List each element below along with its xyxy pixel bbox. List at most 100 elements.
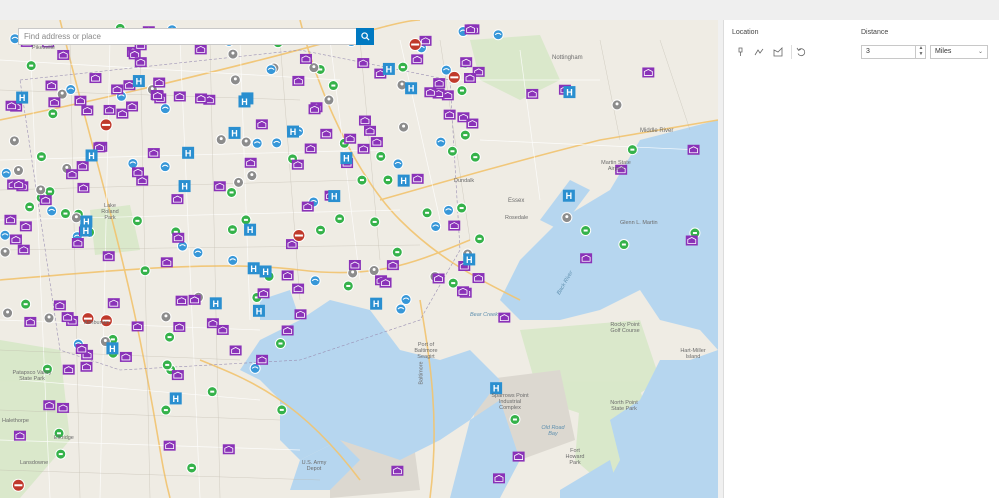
fire-marker[interactable] [249, 362, 261, 374]
school-marker[interactable] [9, 234, 22, 245]
school-marker[interactable] [424, 87, 437, 98]
school-marker[interactable] [320, 128, 333, 139]
park-marker[interactable] [226, 186, 238, 198]
park-marker[interactable] [315, 224, 327, 236]
polygon-tool-button[interactable] [772, 46, 784, 58]
hospital-marker[interactable]: H [178, 180, 191, 193]
hospital-marker[interactable]: H [562, 189, 575, 202]
school-marker[interactable] [512, 451, 525, 462]
fire-marker[interactable] [265, 64, 277, 76]
school-marker[interactable] [526, 88, 539, 99]
polyline-tool-button[interactable] [753, 46, 765, 58]
school-marker[interactable] [173, 91, 186, 102]
school-marker[interactable] [53, 300, 66, 311]
park-marker[interactable] [164, 331, 176, 343]
distance-stepper[interactable]: ▲ ▼ [915, 45, 926, 59]
fire-marker[interactable] [251, 137, 263, 149]
school-marker[interactable] [464, 24, 477, 35]
distance-unit-select[interactable]: Miles ⌄ [930, 45, 988, 59]
school-marker[interactable] [448, 220, 461, 231]
park-marker[interactable] [25, 60, 37, 72]
hospital-marker[interactable]: H [563, 86, 576, 99]
school-marker[interactable] [103, 104, 116, 115]
no-entry-marker[interactable] [447, 70, 461, 84]
school-marker[interactable] [75, 344, 88, 355]
school-marker[interactable] [301, 201, 314, 212]
school-marker[interactable] [188, 294, 201, 305]
school-marker[interactable] [107, 298, 120, 309]
school-marker[interactable] [433, 78, 446, 89]
fire-marker[interactable] [159, 161, 171, 173]
hospital-marker[interactable]: H [382, 62, 395, 75]
hospital-marker[interactable]: H [79, 224, 92, 237]
school-marker[interactable] [498, 312, 511, 323]
park-marker[interactable] [59, 208, 71, 220]
school-marker[interactable] [74, 95, 87, 106]
school-marker[interactable] [175, 295, 188, 306]
police-marker[interactable] [240, 136, 252, 148]
park-marker[interactable] [161, 359, 173, 371]
fire-marker[interactable] [227, 254, 239, 266]
school-marker[interactable] [173, 321, 186, 332]
school-marker[interactable] [291, 159, 304, 170]
park-marker[interactable] [274, 338, 286, 350]
school-marker[interactable] [71, 238, 84, 249]
school-marker[interactable] [229, 345, 242, 356]
fire-marker[interactable] [192, 247, 204, 259]
search-box[interactable] [18, 28, 374, 45]
school-marker[interactable] [195, 93, 208, 104]
park-marker[interactable] [131, 215, 143, 227]
school-marker[interactable] [308, 104, 321, 115]
search-button[interactable] [356, 28, 374, 45]
hospital-marker[interactable]: H [397, 174, 410, 187]
hospital-marker[interactable]: H [132, 75, 145, 88]
school-marker[interactable] [357, 143, 370, 154]
park-marker[interactable] [509, 413, 521, 425]
hospital-marker[interactable]: H [328, 190, 341, 203]
park-marker[interactable] [240, 214, 252, 226]
park-marker[interactable] [20, 298, 32, 310]
school-marker[interactable] [466, 118, 479, 129]
school-marker[interactable] [171, 194, 184, 205]
police-marker[interactable] [308, 62, 320, 74]
school-marker[interactable] [147, 148, 160, 159]
school-marker[interactable] [256, 354, 269, 365]
school-marker[interactable] [61, 312, 74, 323]
school-marker[interactable] [411, 173, 424, 184]
school-marker[interactable] [348, 259, 361, 270]
school-marker[interactable] [126, 101, 139, 112]
park-marker[interactable] [456, 85, 468, 97]
fire-marker[interactable] [46, 205, 58, 217]
park-marker[interactable] [44, 186, 56, 198]
fire-marker[interactable] [159, 103, 171, 115]
police-marker[interactable] [368, 265, 380, 277]
park-marker[interactable] [24, 201, 36, 213]
hospital-marker[interactable]: H [228, 126, 241, 139]
school-marker[interactable] [460, 57, 473, 68]
park-marker[interactable] [55, 448, 67, 460]
school-marker[interactable] [391, 465, 404, 476]
school-marker[interactable] [131, 167, 144, 178]
park-marker[interactable] [469, 151, 481, 163]
school-marker[interactable] [102, 251, 115, 262]
park-marker[interactable] [206, 386, 218, 398]
school-marker[interactable] [172, 232, 185, 243]
school-marker[interactable] [379, 277, 392, 288]
school-marker[interactable] [685, 235, 698, 246]
search-input[interactable] [19, 29, 360, 44]
police-marker[interactable] [227, 48, 239, 60]
hospital-marker[interactable]: H [247, 262, 260, 275]
school-marker[interactable] [12, 179, 25, 190]
school-marker[interactable] [456, 286, 469, 297]
fire-marker[interactable] [492, 29, 504, 41]
school-marker[interactable] [299, 53, 312, 64]
school-marker[interactable] [19, 221, 32, 232]
police-marker[interactable] [160, 311, 172, 323]
park-marker[interactable] [334, 213, 346, 225]
park-marker[interactable] [35, 151, 47, 163]
police-marker[interactable] [8, 135, 20, 147]
school-marker[interactable] [153, 77, 166, 88]
park-marker[interactable] [356, 174, 368, 186]
park-marker[interactable] [375, 150, 387, 162]
hospital-marker[interactable]: H [182, 146, 195, 159]
